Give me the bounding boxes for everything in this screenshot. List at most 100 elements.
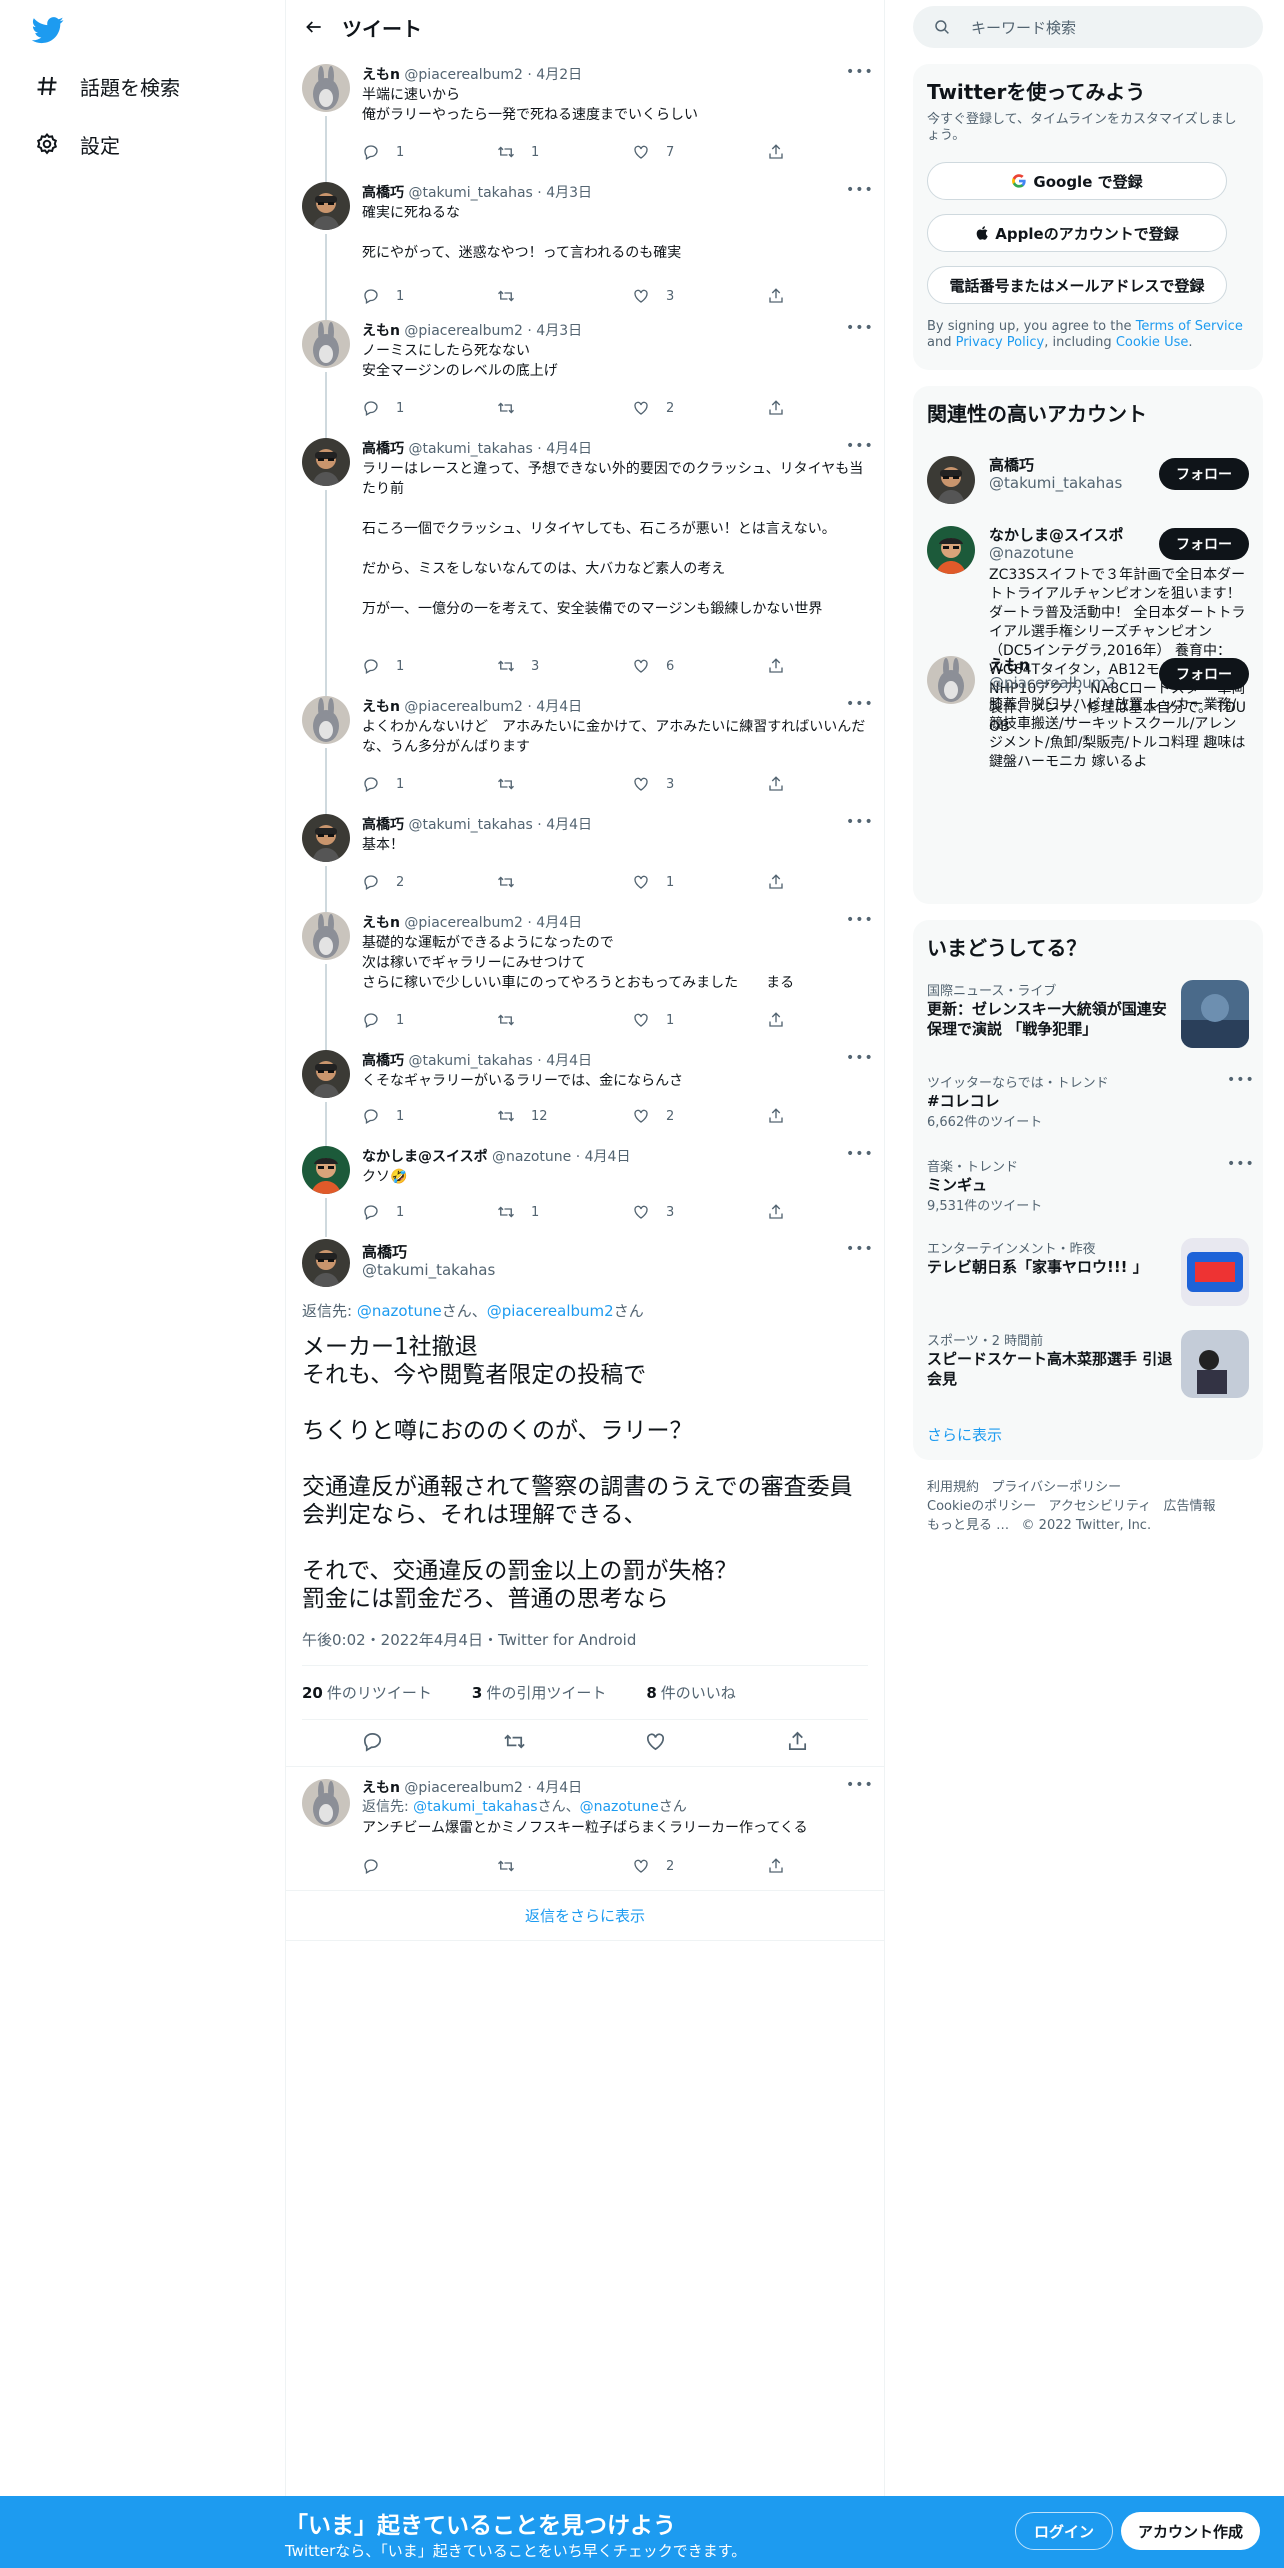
more-icon[interactable]: ••• <box>846 438 873 456</box>
share-action[interactable] <box>767 871 802 893</box>
thread-tweet[interactable]: 高橋巧 @takumi_takahas · 4月4日 ••• ラリーはレースと違って… <box>286 428 884 686</box>
avatar[interactable] <box>302 696 350 744</box>
retweet-stat[interactable]: 20 件のリツイート <box>302 1682 452 1719</box>
thread-tweet[interactable]: 高橋巧 @takumi_takahas · 4月4日 ••• 基本！ 2 1 <box>286 804 884 902</box>
show-more-replies[interactable]: 返信をさらに表示 <box>286 1891 884 1941</box>
like-action[interactable]: 3 <box>632 1201 767 1223</box>
account-handle[interactable]: @takumi_takahas <box>989 474 1122 492</box>
footer-terms[interactable]: 利用規約 <box>927 1480 979 1495</box>
tweet-date[interactable]: 4月4日 <box>536 1777 582 1797</box>
reply-action[interactable] <box>362 1855 497 1877</box>
avatar[interactable] <box>927 656 975 704</box>
author-name[interactable]: 高橋巧 <box>362 438 404 458</box>
share-action[interactable] <box>767 397 802 419</box>
phone-email-signup-button[interactable]: 電話番号またはメールアドレスで登録 <box>927 266 1227 304</box>
author-name[interactable]: 高橋巧 <box>362 1050 404 1070</box>
more-icon[interactable]: ••• <box>846 320 873 338</box>
trends-show-more[interactable]: さらに表示 <box>927 1424 1002 1445</box>
search-input[interactable]: キーワード検索 <box>971 17 1076 38</box>
terms-link[interactable]: Terms of Service <box>1136 319 1243 334</box>
author-handle[interactable]: @takumi_takahas <box>408 441 532 457</box>
share-action[interactable] <box>767 773 802 795</box>
share-action[interactable] <box>767 655 802 677</box>
retweet-action[interactable] <box>497 1009 632 1031</box>
avatar[interactable] <box>302 1239 350 1287</box>
author-name[interactable]: えもn <box>362 1777 400 1797</box>
share-action[interactable] <box>767 1105 802 1127</box>
like-action[interactable]: 1 <box>632 1009 767 1031</box>
reply-user-link[interactable]: @piacerealbum2 <box>487 1302 614 1320</box>
avatar[interactable] <box>302 438 350 486</box>
reply-action[interactable]: 2 <box>362 871 497 893</box>
avatar[interactable] <box>302 1146 350 1194</box>
tweet-date[interactable]: 4月2日 <box>536 64 582 84</box>
retweet-action[interactable]: 1 <box>497 1201 632 1223</box>
like-action[interactable]: 3 <box>632 285 767 307</box>
follow-button[interactable]: フォロー <box>1159 658 1249 690</box>
retweet-action[interactable] <box>497 285 632 307</box>
more-icon[interactable]: ••• <box>846 1146 873 1164</box>
signup-button[interactable]: アカウント作成 <box>1121 2512 1260 2550</box>
more-icon[interactable]: ••• <box>846 182 873 200</box>
follow-button[interactable]: フォロー <box>1159 528 1249 560</box>
like-action[interactable]: 7 <box>632 141 767 163</box>
tweet-date[interactable]: 4月4日 <box>546 814 592 834</box>
tweet-date[interactable]: 4月3日 <box>536 320 582 340</box>
retweet-action[interactable]: 3 <box>497 655 632 677</box>
author-name[interactable]: 高橋巧 <box>362 814 404 834</box>
retweet-action[interactable] <box>497 871 632 893</box>
reply-user-link[interactable]: @takumi_takahas <box>413 1799 537 1815</box>
thread-tweet[interactable]: えもn @piacerealbum2 · 4月4日 ••• よくわかんないけど アホ… <box>286 686 884 804</box>
avatar[interactable] <box>927 456 975 504</box>
like-icon[interactable] <box>644 1730 667 1757</box>
author-handle[interactable]: @piacerealbum2 <box>404 67 523 83</box>
author-name[interactable]: えもn <box>362 696 400 716</box>
footer-ads[interactable]: 広告情報 <box>1164 1499 1216 1514</box>
reply-action[interactable]: 1 <box>362 1201 497 1223</box>
more-icon[interactable]: ••• <box>1227 1156 1254 1174</box>
thread-tweet[interactable]: えもn @piacerealbum2 · 4月2日 ••• 半端に速いから 俺がラリ… <box>286 54 884 172</box>
avatar[interactable] <box>302 1779 350 1827</box>
tweet-date[interactable]: 4月4日 <box>536 912 582 932</box>
author-handle[interactable]: @takumi_takahas <box>408 817 532 833</box>
author-name[interactable]: えもn <box>362 320 400 340</box>
author-handle[interactable]: @takumi_takahas <box>408 185 532 201</box>
avatar[interactable] <box>302 64 350 112</box>
more-icon[interactable]: ••• <box>846 64 873 82</box>
more-icon[interactable]: ••• <box>846 912 873 930</box>
footer-cookie[interactable]: Cookieのポリシー <box>927 1499 1036 1514</box>
follow-button[interactable]: フォロー <box>1159 458 1249 490</box>
account-handle[interactable]: @nazotune <box>989 544 1074 562</box>
footer-more[interactable]: もっと見る … <box>927 1518 1009 1533</box>
reply-action[interactable]: 1 <box>362 1009 497 1031</box>
like-action[interactable]: 3 <box>632 773 767 795</box>
reply-action[interactable]: 1 <box>362 141 497 163</box>
more-icon[interactable]: ••• <box>846 1777 873 1795</box>
author-name[interactable]: えもn <box>362 64 400 84</box>
like-action[interactable]: 6 <box>632 655 767 677</box>
reply-action[interactable]: 1 <box>362 397 497 419</box>
account-name[interactable]: なかしま@スイスポ <box>989 524 1124 545</box>
quote-stat[interactable]: 3 件の引用ツイート <box>472 1682 626 1719</box>
reply-user-link[interactable]: @nazotune <box>357 1302 442 1320</box>
reply-action[interactable]: 1 <box>362 655 497 677</box>
more-icon[interactable]: ••• <box>1227 1072 1254 1090</box>
account-name[interactable]: 高橋巧 <box>989 454 1034 475</box>
author-handle[interactable]: @piacerealbum2 <box>404 1780 523 1796</box>
thread-tweet[interactable]: 高橋巧 @takumi_takahas · 4月3日 ••• 確実に死ねるな 死にや… <box>286 172 884 310</box>
retweet-action[interactable] <box>497 397 632 419</box>
avatar[interactable] <box>302 912 350 960</box>
tweet-date[interactable]: 4月4日 <box>546 1050 592 1070</box>
avatar[interactable] <box>927 526 975 574</box>
author-name[interactable]: なかしま@スイスポ <box>362 1146 488 1166</box>
more-icon[interactable]: ••• <box>846 696 873 714</box>
share-action[interactable] <box>767 141 802 163</box>
author-handle[interactable]: @piacerealbum2 <box>404 915 523 931</box>
author-handle[interactable]: @nazotune <box>492 1149 571 1165</box>
more-icon[interactable]: ••• <box>846 1050 873 1068</box>
share-action[interactable] <box>767 285 802 307</box>
apple-signup-button[interactable]: Appleのアカウントで登録 <box>927 214 1227 252</box>
reply-action[interactable]: 1 <box>362 285 497 307</box>
google-signup-button[interactable]: Google で登録 <box>927 162 1227 200</box>
like-action[interactable]: 2 <box>632 397 767 419</box>
